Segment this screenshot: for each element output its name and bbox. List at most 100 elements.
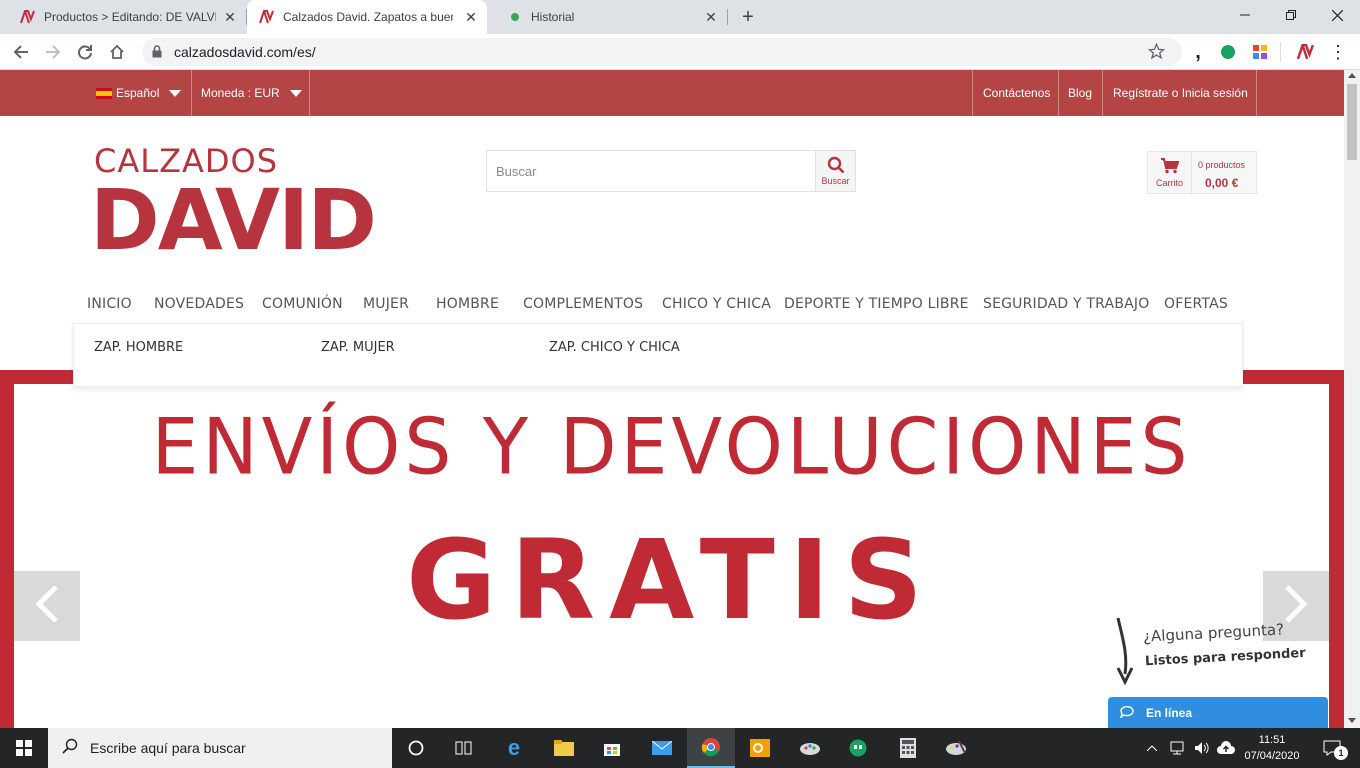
language-selector[interactable]: Español	[96, 70, 182, 116]
extension-grid-icon[interactable]	[1246, 38, 1274, 66]
scrollbar-thumb[interactable]	[1347, 84, 1357, 160]
chevron-down-icon	[289, 89, 302, 97]
chrome-icon[interactable]	[687, 728, 735, 768]
search-icon	[827, 156, 845, 176]
logo-text-main[interactable]: DAVID	[90, 170, 377, 270]
tab-separator	[727, 9, 728, 25]
cloud-upload-icon[interactable]	[1214, 728, 1238, 768]
close-tab-icon[interactable]: ✕	[222, 9, 238, 25]
hero-banner[interactable]: ENVÍOS Y DEVOLUCIONES GRATIS	[0, 370, 1344, 728]
top-bar: Español Moneda : EUR Contáctenos Blog Re…	[0, 70, 1344, 116]
task-view-icon[interactable]	[440, 728, 488, 768]
nav-item-ofertas[interactable]: OFERTAS	[1164, 296, 1228, 312]
topbar-separator	[191, 70, 192, 116]
forward-icon[interactable]	[39, 38, 67, 66]
file-explorer-icon[interactable]	[540, 728, 588, 768]
topbar-separator	[1058, 70, 1059, 116]
search-input[interactable]	[487, 151, 815, 191]
taskbar-search-box[interactable]: Escribe aquí para buscar	[48, 728, 392, 768]
tab-productos[interactable]: Productos > Editando: DE VALVERDE ✕	[0, 0, 246, 34]
url-text: calzadosdavid.com/es/	[174, 44, 316, 60]
paint3d-icon[interactable]	[932, 728, 980, 768]
taskbar-clock[interactable]: 11:51 07/04/2020	[1242, 732, 1302, 764]
reload-icon[interactable]	[71, 38, 99, 66]
tray-chevron-up-icon[interactable]	[1140, 728, 1164, 768]
menu-kebab-icon[interactable]: ⋮	[1324, 38, 1352, 66]
extension-chat-icon[interactable]	[1214, 38, 1242, 66]
network-icon[interactable]	[1166, 728, 1190, 768]
store-icon[interactable]	[588, 728, 636, 768]
home-icon[interactable]	[103, 38, 131, 66]
restore-icon[interactable]	[1268, 0, 1314, 30]
site-favicon-icon	[259, 9, 275, 25]
close-window-icon[interactable]	[1314, 0, 1360, 30]
chevron-left-icon	[34, 584, 60, 629]
scroll-down-icon[interactable]	[1348, 718, 1356, 723]
login-link[interactable]: Regístrate o Inicia sesión	[1113, 70, 1248, 116]
extension-comma-icon[interactable]: ,	[1184, 38, 1212, 66]
cart-widget[interactable]: Carrito 0 productos 0,00 €	[1147, 151, 1257, 194]
outlook-icon[interactable]	[736, 728, 784, 768]
nav-item-complementos[interactable]: COMPLEMENTOS	[523, 296, 643, 312]
bookmark-star-icon[interactable]	[1147, 42, 1166, 65]
clock-date: 07/04/2020	[1244, 750, 1300, 762]
site-favicon-icon	[20, 9, 36, 25]
search-icon	[62, 738, 78, 759]
blog-link[interactable]: Blog	[1068, 70, 1092, 116]
nav-item-deporte[interactable]: DEPORTE Y TIEMPO LIBRE	[784, 296, 969, 312]
paint-app-icon[interactable]	[786, 728, 834, 768]
nav-item-mujer[interactable]: MUJER	[363, 296, 409, 312]
page-scrollbar[interactable]	[1344, 70, 1360, 728]
scroll-up-icon[interactable]	[1348, 73, 1356, 78]
topbar-separator	[309, 70, 310, 116]
hangouts-icon[interactable]	[834, 728, 882, 768]
notifications-icon[interactable]: 1	[1312, 728, 1352, 768]
chat-button-label: En línea	[1146, 706, 1193, 720]
nav-item-inicio[interactable]: INICIO	[87, 296, 132, 312]
cart-button[interactable]: Carrito	[1148, 152, 1192, 193]
close-tab-icon[interactable]: ✕	[463, 9, 479, 25]
chevron-right-icon	[1283, 584, 1309, 629]
hero-headline: ENVÍOS Y DEVOLUCIONES	[151, 401, 1192, 493]
lock-icon[interactable]	[152, 45, 162, 63]
cart-icon	[1160, 157, 1179, 176]
search-box: Buscar	[486, 150, 856, 192]
spain-flag-icon	[96, 87, 112, 99]
web-page: Español Moneda : EUR Contáctenos Blog Re…	[0, 70, 1344, 728]
submenu-item-hombre[interactable]: ZAP. HOMBRE	[94, 340, 183, 355]
topbar-separator	[1256, 70, 1257, 116]
chat-bubble-icon	[1119, 705, 1134, 721]
currency-selector[interactable]: Moneda : EUR	[201, 70, 302, 116]
nav-item-novedades[interactable]: NOVEDADES	[154, 296, 244, 312]
windows-start-icon[interactable]	[0, 728, 48, 768]
volume-icon[interactable]	[1190, 728, 1214, 768]
topbar-separator	[972, 70, 973, 116]
language-label: Español	[116, 86, 160, 100]
nav-item-seguridad[interactable]: SEGURIDAD Y TRABAJO	[983, 296, 1149, 312]
cortana-icon[interactable]	[392, 728, 440, 768]
new-tab-button[interactable]: +	[736, 5, 760, 29]
clock-time: 11:51	[1258, 734, 1286, 746]
tab-historial[interactable]: Historial ✕	[487, 0, 727, 34]
address-bar[interactable]: calzadosdavid.com/es/	[142, 38, 1182, 66]
edge-icon[interactable]: e	[490, 728, 538, 768]
submenu-item-chico-chica[interactable]: ZAP. CHICO Y CHICA	[549, 340, 680, 355]
nav-item-comunion[interactable]: COMUNIÓN	[262, 296, 343, 312]
nav-dropdown-submenu: ZAP. HOMBRE ZAP. MUJER ZAP. CHICO Y CHIC…	[73, 323, 1243, 387]
chat-online-button[interactable]: En línea	[1108, 697, 1328, 728]
nav-item-hombre[interactable]: HOMBRE	[436, 296, 499, 312]
calculator-icon[interactable]	[884, 728, 932, 768]
close-tab-icon[interactable]: ✕	[703, 9, 719, 25]
search-button-label: Buscar	[821, 176, 850, 186]
search-button[interactable]: Buscar	[815, 151, 855, 191]
contact-link[interactable]: Contáctenos	[983, 70, 1050, 116]
profile-avatar-icon[interactable]	[1292, 38, 1320, 66]
nav-item-chico-y-chica[interactable]: CHICO Y CHICA	[662, 296, 771, 312]
slider-prev-button[interactable]	[14, 571, 80, 641]
submenu-item-mujer[interactable]: ZAP. MUJER	[321, 340, 395, 355]
windows-taskbar: Escribe aquí para buscar e 11:51 07/04/2…	[0, 728, 1360, 768]
minimize-icon[interactable]	[1222, 0, 1268, 30]
mail-icon[interactable]	[638, 728, 686, 768]
tab-calzados-david[interactable]: Calzados David. Zapatos a buen precio ✕	[247, 0, 487, 34]
back-icon[interactable]	[7, 38, 35, 66]
